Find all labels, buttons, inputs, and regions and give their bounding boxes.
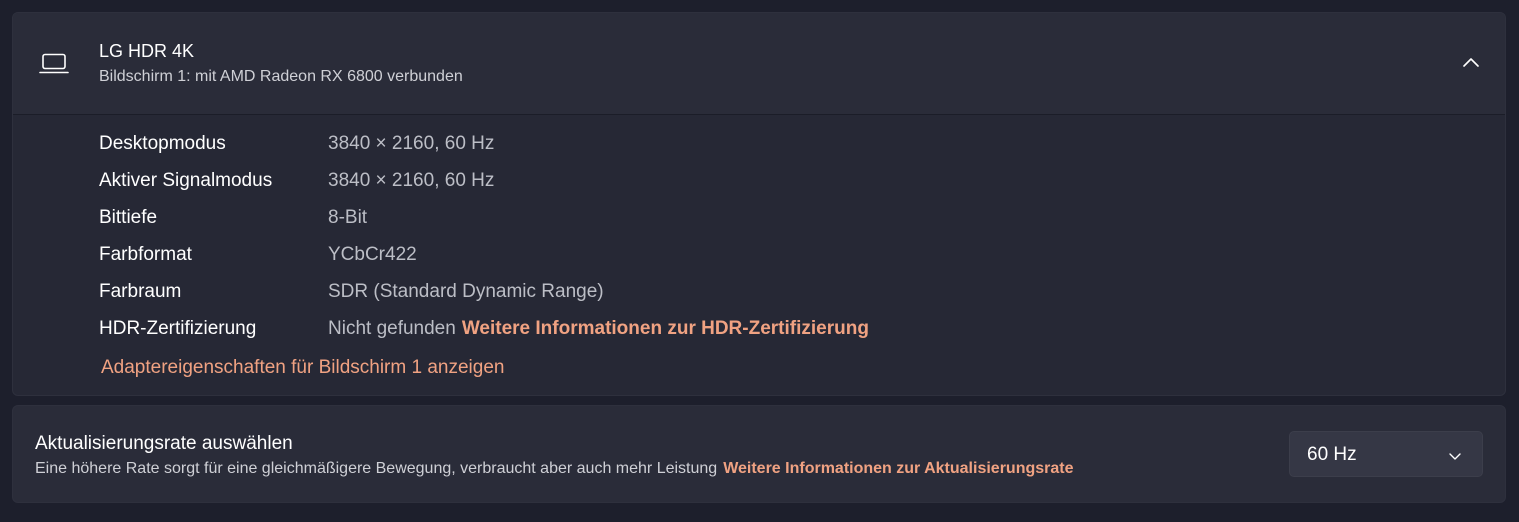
info-label: Farbraum — [99, 281, 182, 302]
info-label: Bittiefe — [99, 207, 158, 228]
info-label: Farbformat — [99, 244, 192, 265]
hdr-certification-link[interactable]: Weitere Informationen zur HDR-Zertifizie… — [462, 318, 869, 339]
settings-page: LG HDR 4K Bildschirm 1: mit AMD Radeon R… — [0, 0, 1519, 522]
refresh-rate-description-text: Eine höhere Rate sorgt für eine gleichmä… — [35, 460, 718, 477]
info-value: SDR (Standard Dynamic Range) — [328, 281, 604, 302]
info-label: Aktiver Signalmodus — [99, 170, 273, 191]
chevron-up-icon — [1463, 54, 1479, 72]
info-label: Desktopmodus — [99, 133, 226, 154]
refresh-rate-dropdown[interactable]: 60 Hz — [1289, 431, 1483, 477]
display-info-header[interactable]: LG HDR 4K Bildschirm 1: mit AMD Radeon R… — [13, 13, 1505, 115]
refresh-rate-title: Aktualisierungsrate auswählen — [35, 433, 293, 454]
refresh-rate-selected-value: 60 Hz — [1307, 444, 1357, 465]
info-value-with-link: Nicht gefunden Weitere Informationen zur … — [328, 318, 869, 340]
refresh-rate-info-link[interactable]: Weitere Informationen zur Aktualisierung… — [723, 460, 1073, 477]
info-value: Nicht gefunden — [328, 318, 456, 339]
info-value: 3840 × 2160, 60 Hz — [328, 133, 495, 154]
info-value: 8-Bit — [328, 207, 368, 228]
refresh-rate-description: Eine höhere Rate sorgt für eine gleichmä… — [35, 460, 1073, 478]
info-label: HDR-Zertifizierung — [99, 318, 257, 339]
chevron-down-icon — [1448, 448, 1462, 460]
display-connection: Bildschirm 1: mit AMD Radeon RX 6800 ver… — [99, 68, 463, 85]
info-value: 3840 × 2160, 60 Hz — [328, 170, 495, 191]
collapse-button[interactable] — [1453, 47, 1489, 79]
display-info-expander: LG HDR 4K Bildschirm 1: mit AMD Radeon R… — [12, 12, 1506, 396]
display-name: LG HDR 4K — [99, 41, 195, 61]
refresh-rate-card: Aktualisierungsrate auswählen Eine höher… — [12, 405, 1506, 503]
laptop-monitor-icon — [39, 53, 69, 75]
info-value: YCbCr422 — [328, 244, 417, 265]
adapter-properties-link[interactable]: Adaptereigenschaften für Bildschirm 1 an… — [101, 357, 504, 379]
